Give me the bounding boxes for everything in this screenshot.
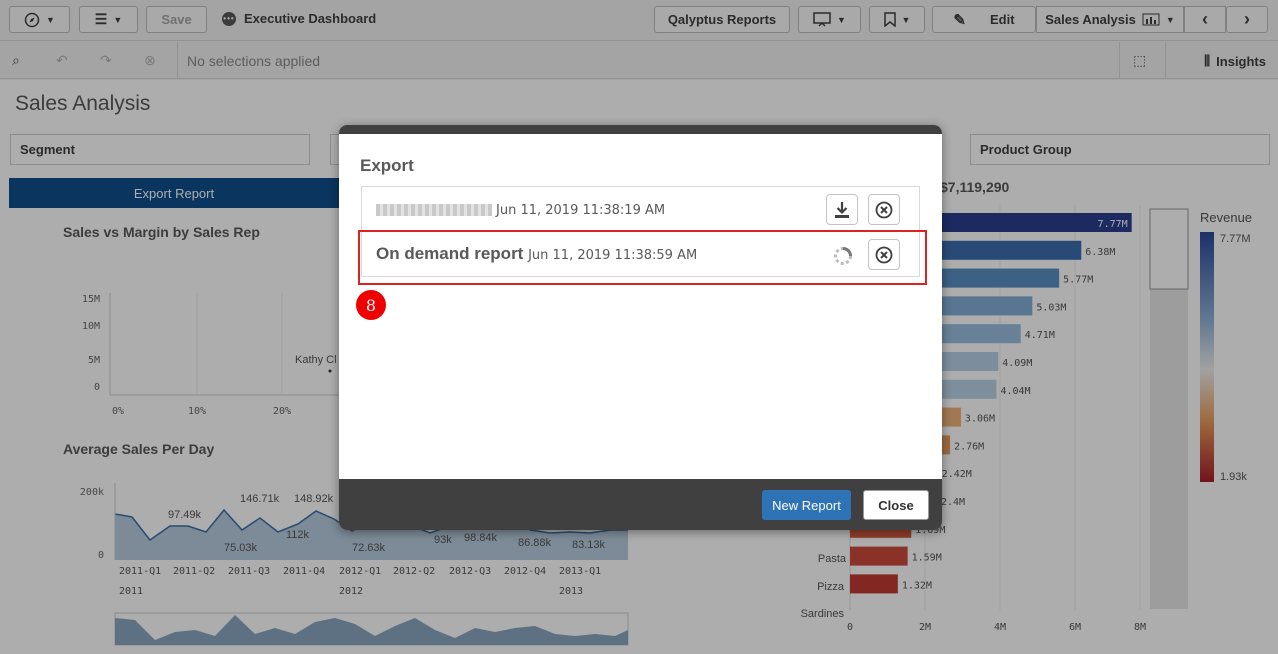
close-circle-icon xyxy=(875,201,893,218)
report-name: Jun 11, 2019 11:38:19 AM xyxy=(376,201,665,218)
redacted-name xyxy=(376,204,492,217)
export-dialog: Export Jun 11, 2019 11:38:19 AM On deman… xyxy=(339,125,942,530)
highlight-frame xyxy=(358,230,927,285)
download-icon xyxy=(835,201,849,218)
dialog-title: Export xyxy=(360,156,414,175)
dialog-footer: New Report Close xyxy=(339,479,942,530)
dialog-header-bar xyxy=(339,125,942,134)
cancel-report-button[interactable] xyxy=(868,194,900,225)
close-button[interactable]: Close xyxy=(863,490,929,520)
new-report-button[interactable]: New Report xyxy=(762,490,851,520)
report-date: Jun 11, 2019 11:38:19 AM xyxy=(496,203,666,218)
report-item: Jun 11, 2019 11:38:19 AM xyxy=(361,186,920,232)
step-badge: 8 xyxy=(356,290,386,320)
download-button[interactable] xyxy=(826,194,858,225)
